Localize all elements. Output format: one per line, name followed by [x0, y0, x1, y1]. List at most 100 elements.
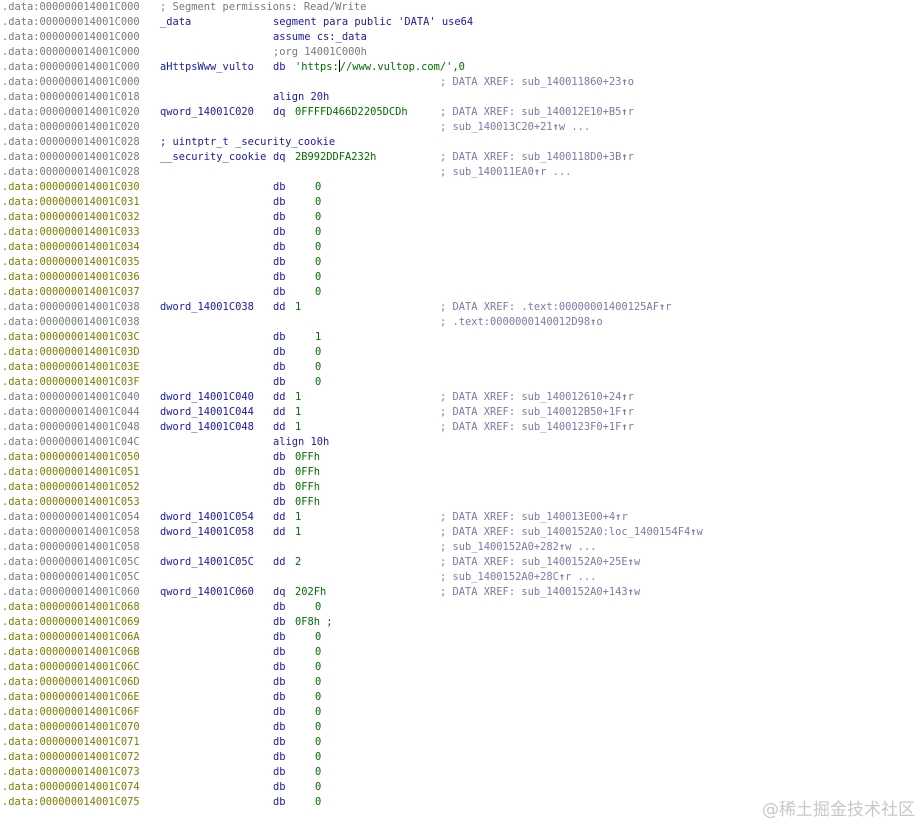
line-address[interactable]: .data:000000014001C000 [2, 75, 140, 90]
line-address[interactable]: .data:000000014001C060 [2, 585, 140, 600]
xref-comment[interactable]: ; DATA XREF: sub_140012E10+B5↑r [440, 105, 634, 120]
line-address[interactable]: .data:000000014001C06B [2, 645, 140, 660]
line-operand[interactable]: 0 [315, 255, 321, 270]
line-operand[interactable]: 1 [295, 525, 301, 540]
line-address[interactable]: .data:000000014001C038 [2, 300, 140, 315]
xref-comment[interactable]: ; sub_140011EA0↑r ... [440, 165, 571, 180]
line-address[interactable]: .data:000000014001C03C [2, 330, 140, 345]
line-operand[interactable]: 0 [315, 345, 321, 360]
line-label[interactable]: dword_14001C054 [160, 510, 254, 525]
line-operand[interactable]: 0 [315, 645, 321, 660]
line-address[interactable]: .data:000000014001C044 [2, 405, 140, 420]
line-address[interactable]: .data:000000014001C028 [2, 165, 140, 180]
line-address[interactable]: .data:000000014001C03F [2, 375, 140, 390]
line-address[interactable]: .data:000000014001C058 [2, 525, 140, 540]
line-address[interactable]: .data:000000014001C04C [2, 435, 140, 450]
line-address[interactable]: .data:000000014001C000 [2, 45, 140, 60]
xref-comment[interactable]: ; DATA XREF: sub_140012B50+1F↑r [440, 405, 634, 420]
line-address[interactable]: .data:000000014001C06A [2, 630, 140, 645]
line-operand[interactable]: 0 [315, 285, 321, 300]
line-label[interactable]: aHttpsWww_vulto [160, 60, 254, 75]
line-operand[interactable]: 0 [315, 675, 321, 690]
line-address[interactable]: .data:000000014001C028 [2, 150, 140, 165]
xref-comment[interactable]: ; DATA XREF: sub_1400152A0+25E↑w [440, 555, 640, 570]
line-address[interactable]: .data:000000014001C05C [2, 570, 140, 585]
xref-comment[interactable]: ; DATA XREF: .text:00000001400125AF↑r [440, 300, 671, 315]
line-address[interactable]: .data:000000014001C06F [2, 705, 140, 720]
line-operand[interactable]: 1 [295, 420, 301, 435]
line-operand[interactable]: 1 [295, 405, 301, 420]
line-address[interactable]: .data:000000014001C000 [2, 0, 140, 15]
line-operand[interactable]: 1 [295, 300, 301, 315]
line-address[interactable]: .data:000000014001C033 [2, 225, 140, 240]
line-operand[interactable]: 0 [315, 795, 321, 810]
line-operand[interactable]: 0 [315, 195, 321, 210]
line-label[interactable]: dword_14001C040 [160, 390, 254, 405]
line-address[interactable]: .data:000000014001C058 [2, 540, 140, 555]
line-address[interactable]: .data:000000014001C040 [2, 390, 140, 405]
line-operand[interactable]: 0 [315, 765, 321, 780]
line-operand[interactable]: 202Fh [295, 585, 326, 600]
line-operand[interactable]: 0 [315, 780, 321, 795]
line-operand[interactable]: 1 [315, 330, 321, 345]
line-operand[interactable]: 0 [315, 240, 321, 255]
line-address[interactable]: .data:000000014001C000 [2, 15, 140, 30]
line-label[interactable]: qword_14001C060 [160, 585, 254, 600]
line-operand[interactable]: 0FFh [295, 450, 320, 465]
line-operand[interactable]: 0 [315, 225, 321, 240]
line-operand[interactable]: 0 [315, 720, 321, 735]
line-operand[interactable]: 2 [295, 555, 301, 570]
line-address[interactable]: .data:000000014001C036 [2, 270, 140, 285]
line-operand[interactable]: 0FFFFD466D2205DCDh [295, 105, 408, 120]
line-address[interactable]: .data:000000014001C071 [2, 735, 140, 750]
line-operand[interactable]: 0 [315, 660, 321, 675]
line-address[interactable]: .data:000000014001C031 [2, 195, 140, 210]
line-address[interactable]: .data:000000014001C032 [2, 210, 140, 225]
line-address[interactable]: .data:000000014001C068 [2, 600, 140, 615]
line-operand[interactable]: 0 [315, 735, 321, 750]
line-address[interactable]: .data:000000014001C048 [2, 420, 140, 435]
xref-comment[interactable]: ; sub_1400152A0+282↑w ... [440, 540, 596, 555]
line-address[interactable]: .data:000000014001C037 [2, 285, 140, 300]
line-address[interactable]: .data:000000014001C06C [2, 660, 140, 675]
line-address[interactable]: .data:000000014001C069 [2, 615, 140, 630]
line-address[interactable]: .data:000000014001C074 [2, 780, 140, 795]
line-address[interactable]: .data:000000014001C052 [2, 480, 140, 495]
xref-comment[interactable]: ; DATA XREF: sub_1400152A0:loc_1400154F4… [440, 525, 703, 540]
line-label[interactable]: dword_14001C038 [160, 300, 254, 315]
line-address[interactable]: .data:000000014001C051 [2, 465, 140, 480]
line-label[interactable]: dword_14001C048 [160, 420, 254, 435]
line-operand[interactable]: 0 [315, 270, 321, 285]
line-address[interactable]: .data:000000014001C000 [2, 60, 140, 75]
line-address[interactable]: .data:000000014001C034 [2, 240, 140, 255]
line-address[interactable]: .data:000000014001C030 [2, 180, 140, 195]
xref-comment[interactable]: ; DATA XREF: sub_140013E00+4↑r [440, 510, 628, 525]
line-label[interactable]: __security_cookie [160, 150, 266, 165]
line-label[interactable]: qword_14001C020 [160, 105, 254, 120]
xref-comment[interactable]: ; DATA XREF: sub_140012610+24↑r [440, 390, 634, 405]
line-address[interactable]: .data:000000014001C075 [2, 795, 140, 810]
line-address[interactable]: .data:000000014001C06E [2, 690, 140, 705]
xref-comment[interactable]: ; sub_1400152A0+28C↑r ... [440, 570, 596, 585]
line-operand[interactable]: 0F8h ; [295, 615, 333, 630]
line-address[interactable]: .data:000000014001C000 [2, 30, 140, 45]
line-address[interactable]: .data:000000014001C020 [2, 120, 140, 135]
xref-comment[interactable]: ; DATA XREF: sub_140011860+23↑o [440, 75, 634, 90]
line-operand[interactable]: 0FFh [295, 480, 320, 495]
line-label[interactable]: ; uintptr_t _security_cookie [160, 135, 335, 150]
xref-comment[interactable]: ; DATA XREF: sub_1400118D0+3B↑r [440, 150, 634, 165]
line-operand[interactable]: 0 [315, 690, 321, 705]
line-address[interactable]: .data:000000014001C05C [2, 555, 140, 570]
line-address[interactable]: .data:000000014001C03E [2, 360, 140, 375]
line-address[interactable]: .data:000000014001C073 [2, 765, 140, 780]
line-operand[interactable]: 0 [315, 180, 321, 195]
line-address[interactable]: .data:000000014001C054 [2, 510, 140, 525]
line-operand[interactable]: 0 [315, 210, 321, 225]
line-operand[interactable]: 0 [315, 705, 321, 720]
line-address[interactable]: .data:000000014001C035 [2, 255, 140, 270]
line-operand[interactable]: 0FFh [295, 495, 320, 510]
xref-comment[interactable]: ; sub_140013C20+21↑w ... [440, 120, 590, 135]
line-operand[interactable]: 0FFh [295, 465, 320, 480]
line-address[interactable]: .data:000000014001C072 [2, 750, 140, 765]
xref-comment[interactable]: ; .text:0000000140012D98↑o [440, 315, 603, 330]
